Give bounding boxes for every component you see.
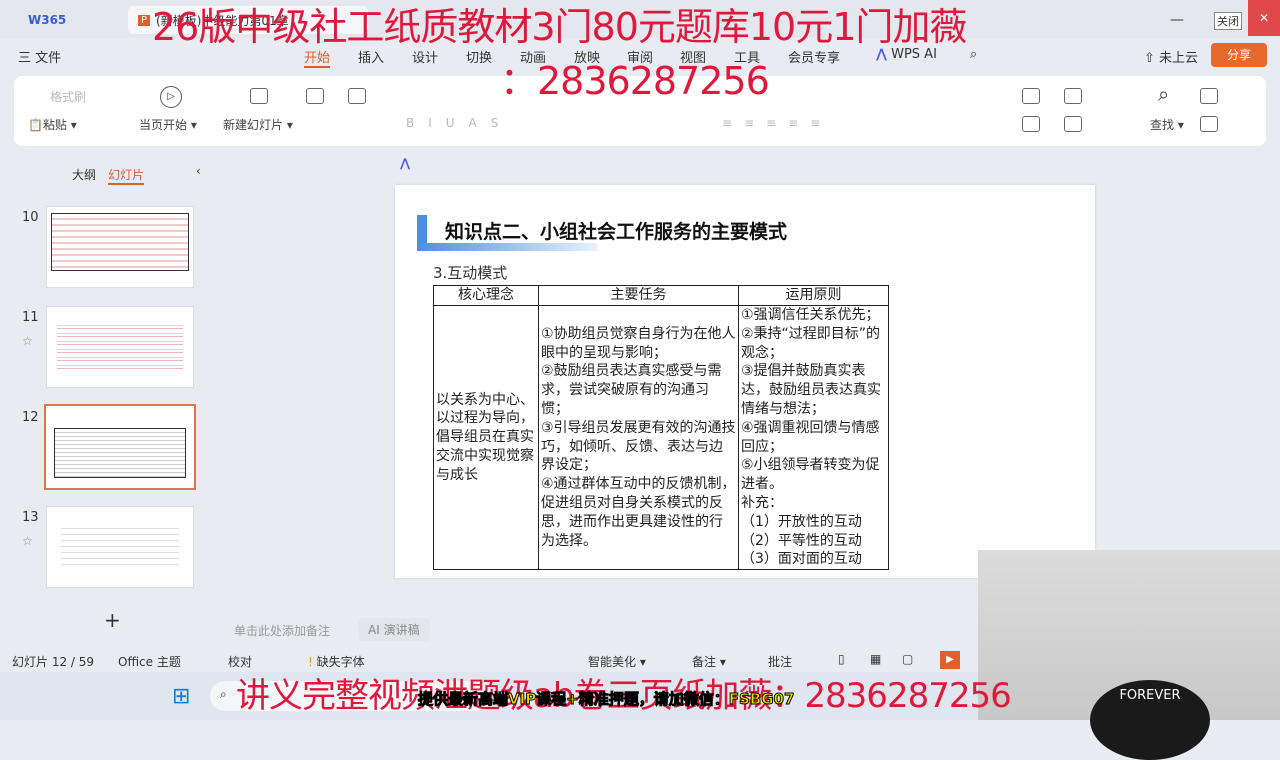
slide-thumbnail[interactable] [46,206,194,288]
missing-font-label: 缺失字体 [316,655,365,669]
search-icon: ⌕ [220,687,227,701]
overlay-ad-top-2: ：2836287256 [500,59,770,103]
shape-icon[interactable] [1022,88,1040,104]
paste-label: 粘贴 [42,118,67,132]
file-menu[interactable]: 三 文件 [18,47,61,66]
arrange-icon[interactable] [1064,116,1082,132]
slide-subtitle: 3.互动模式 [433,264,508,282]
slide-title: 知识点二、小组社会工作服务的主要模式 [445,221,788,243]
find-icon: ⌕ [1158,82,1170,106]
warning-icon: ! [308,655,313,669]
replace-icon[interactable] [1200,116,1218,132]
slide-number: 13 [22,510,39,525]
paste-button[interactable]: 📋粘贴 ▾ [28,116,77,133]
tasks-cell: ①协助组员觉察自身行为在他人眼中的呈现与影响； ②鼓励组员表达真实感受与需求，尝… [538,304,739,571]
slide-panel: 大纲 幻灯片 ‹ 10 11 ☆ 12 13 ☆ + [0,150,222,648]
share-button[interactable]: 分享 [1211,43,1267,67]
principle-item: 补充： [741,494,783,511]
tab-slides[interactable]: 幻灯片 [108,166,145,185]
cloud-status[interactable]: ⇧ 未上云 [1144,47,1198,66]
windows-start-icon[interactable]: ⊞ [172,684,190,709]
reading-view-icon[interactable]: ▢ [902,652,913,666]
collapse-panel-icon[interactable]: ‹ [196,164,201,178]
textbox-icon[interactable] [1022,116,1040,132]
principle-item: ②秉持“过程即目标”的观念； [741,325,881,361]
select-icon[interactable] [1200,88,1218,104]
paragraph-align-buttons[interactable]: ≡≡≡≡≡ [722,116,832,130]
ppt-icon: P [138,14,151,26]
paste-icon: 📋 [28,118,43,132]
minimize-button[interactable]: — [1170,12,1184,28]
slide-canvas: 知识点二、小组社会工作服务的主要模式 3.互动模式 核心理念 主要任务 运用原则 以… [395,185,1095,578]
find-label: 查找 [1150,118,1175,132]
title-accent-bar [417,215,427,245]
task-item: ①协助组员觉察自身行为在他人眼中的呈现与影响； [541,325,736,361]
task-item: ④通过群体互动中的反馈机制，促进组员对自身关系模式的反思，进而作出更具建设性的行… [541,476,736,549]
star-icon: ☆ [22,334,33,348]
find-button[interactable]: 查找 ▾ [1150,116,1184,133]
new-slide-icon [250,88,268,104]
close-button[interactable]: ✕ [1248,0,1280,36]
slide-thumbnail[interactable] [46,506,194,588]
webcam-overlay: FOREVER [978,550,1280,760]
notes-label: 备注 [692,655,717,669]
principle-item: ⑤小组领导者转变为促进者。 [741,457,880,493]
picture-icon[interactable] [1064,88,1082,104]
core-concept-cell: 以关系为中心、以过程为导向，倡导组员在真实交流中实现觉察与成长 [433,304,539,571]
header-tasks: 主要任务 [538,285,739,306]
principle-item: （1）开放性的互动 [741,513,862,530]
cloud-upload-icon: ⇧ [1144,51,1155,66]
search-icon[interactable]: ⌕ [970,47,977,62]
beautify-label: 智能美化 [588,655,637,669]
task-item: ②鼓励组员表达真实感受与需求，尝试突破原有的沟通习惯； [541,363,722,417]
cam-shirt-logo: FOREVER [1090,680,1210,760]
layout-icon[interactable] [306,88,324,104]
slide-count: 幻灯片 12 / 59 [12,655,95,669]
ai-assist-icon[interactable]: ⋀ [400,156,410,170]
header-core: 核心理念 [433,285,539,306]
new-slide-label: 新建幻灯片 [223,118,284,132]
play-current-label: 当页开始 [139,118,188,132]
slide-thumbnail-selected[interactable] [44,404,196,490]
notes-input[interactable]: 单击此处添加备注 [234,622,330,639]
slide-number: 12 [22,410,39,425]
normal-view-icon[interactable]: ▯ [838,652,845,666]
new-slide-button[interactable]: 新建幻灯片 ▾ [223,116,293,133]
slide-number: 10 [22,210,39,225]
sorter-view-icon[interactable]: ▦ [870,652,881,666]
reset-icon[interactable] [348,88,366,104]
task-item: ③引导组员发展更有效的沟通技巧，如倾听、反馈、表达与边界设定； [541,419,736,474]
principle-item: ③提倡并鼓励真实表达，鼓励组员表达真实情绪与想法； [741,363,881,417]
theme-button[interactable]: Office 主题 [118,653,181,670]
wps-home-tab[interactable]: W365 [18,6,118,34]
principle-item: ④强调重视回馈与情感回应； [741,419,880,455]
title-underline [417,243,597,251]
tab-outline[interactable]: 大纲 [72,166,96,183]
slide-thumbnail[interactable] [46,306,194,388]
principle-item: ①强调信任关系优先； [741,307,880,323]
header-principles: 运用原则 [738,285,889,306]
principle-item: （2）平等性的互动 [741,532,862,549]
star-icon: ☆ [22,534,33,548]
cloud-label: 未上云 [1159,51,1199,66]
format-painter-button[interactable]: 格式刷 [50,88,86,105]
add-slide-button[interactable]: + [104,608,121,632]
ai-speech-button[interactable]: AI 演讲稿 [358,618,430,641]
interaction-model-table: 核心理念 主要任务 运用原则 以关系为中心、以过程为导向，倡导组员在真实交流中实现觉… [433,285,889,571]
play-icon: ▷ [160,86,182,108]
play-current-button[interactable]: 当页开始 ▾ [139,116,197,133]
overlay-ad-top: 26版中级社工纸质教材3门80元题库10元1门加薇 [152,5,967,49]
font-format-buttons[interactable]: BIUAS [406,116,512,130]
close-tooltip: 关闭 [1214,12,1242,30]
principles-cell: ①强调信任关系优先； ②秉持“过程即目标”的观念； ③提倡并鼓励真实表达，鼓励组… [738,304,889,571]
overlay-yellow-caption: 提供最新高端VIP课程+精准押题，请加微信：FSBG07 [417,690,795,709]
slide-number: 11 [22,310,39,325]
slideshow-play-button[interactable]: ▶ [940,651,960,669]
principle-item: （3）面对面的互动 [741,551,862,568]
